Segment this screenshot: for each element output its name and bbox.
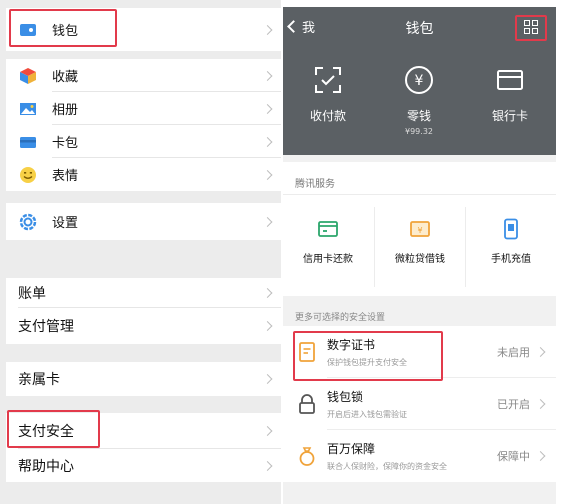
- menu-item-sticker[interactable]: 表情: [6, 158, 281, 191]
- svg-text:¥: ¥: [417, 226, 422, 235]
- service-label: 信用卡还款: [303, 254, 353, 265]
- menu-item-label: 表情: [52, 169, 79, 184]
- more-grid-button[interactable]: [515, 15, 547, 41]
- tile-label: 零钱: [406, 109, 431, 123]
- tile-bank-card[interactable]: 银行卡: [475, 65, 545, 124]
- security-item-title: 百万保障: [327, 442, 376, 456]
- card-pack-icon: [18, 132, 38, 152]
- menu-item-label: 卡包: [52, 136, 79, 151]
- menu-item-bills[interactable]: 账单: [6, 278, 281, 308]
- chevron-right-icon: [262, 460, 273, 471]
- security-item-subtitle: 联合人保财险，保障你的资金安全: [327, 462, 447, 471]
- chevron-right-icon: [535, 399, 546, 409]
- menu-item-label: 相册: [52, 103, 79, 118]
- menu-item-help-center[interactable]: 帮助中心: [6, 449, 281, 482]
- menu-item-favorites[interactable]: 收藏: [6, 59, 281, 92]
- service-credit-card-repay[interactable]: 信用卡还款: [283, 202, 373, 290]
- highlight-box-grid: [515, 15, 547, 41]
- service-loan[interactable]: ¥ 微粒贷借钱: [375, 202, 465, 290]
- service-label: 手机充值: [491, 254, 531, 265]
- service-phone-topup[interactable]: 手机充值: [466, 202, 556, 290]
- tile-label: 收付款: [309, 109, 346, 123]
- yuan-icon: ¥: [404, 65, 434, 95]
- highlight-box-wallet: [9, 9, 117, 47]
- sticker-icon: [18, 165, 38, 185]
- divider: [283, 194, 556, 195]
- chevron-right-icon: [262, 24, 273, 35]
- chevron-right-icon: [262, 321, 273, 331]
- lock-icon: [297, 393, 317, 415]
- menu-item-album[interactable]: 相册: [6, 92, 281, 125]
- chevron-right-icon: [262, 70, 273, 81]
- menu-item-settings[interactable]: 设置: [6, 203, 281, 240]
- wallet-header: 我 钱包 收付款 ¥ 零钱 ¥99.32 银行卡: [283, 7, 556, 155]
- chevron-right-icon: [262, 103, 273, 114]
- chevron-right-icon: [262, 136, 273, 147]
- menu-item-card-pack[interactable]: 卡包: [6, 125, 281, 158]
- album-icon: [18, 99, 38, 119]
- tile-receive-pay[interactable]: 收付款: [293, 65, 363, 124]
- chevron-right-icon: [535, 451, 546, 461]
- chevron-right-icon: [262, 374, 273, 384]
- status-label: 保障中: [497, 450, 530, 463]
- menu-item-label: 设置: [52, 216, 79, 231]
- me-menu-panel: 钱包 收藏 相册 卡包 表情 设置 账单 支付管理 亲属卡 支付安全 帮助中心: [0, 0, 281, 504]
- security-item-million-protection[interactable]: 百万保障 联合人保财险，保障你的资金安全 保障中: [283, 430, 556, 482]
- menu-item-label: 支付管理: [18, 319, 74, 335]
- svg-text:¥: ¥: [415, 73, 424, 89]
- bank-card-icon: [495, 65, 525, 95]
- chevron-right-icon: [262, 216, 273, 227]
- menu-item-label: 账单: [18, 286, 46, 302]
- chevron-right-icon: [535, 347, 546, 357]
- chevron-right-icon: [262, 426, 273, 436]
- security-item-title: 钱包锁: [327, 390, 364, 404]
- menu-item-payment-management[interactable]: 支付管理: [6, 308, 281, 344]
- change-balance: ¥99.32: [405, 127, 433, 136]
- highlight-box-payment-security: [7, 410, 100, 448]
- tile-label: 银行卡: [491, 109, 528, 123]
- credit-card-icon: [317, 218, 339, 240]
- menu-item-label: 亲属卡: [18, 372, 60, 388]
- settings-icon: [18, 212, 38, 232]
- status-label: 已开启: [497, 398, 530, 411]
- menu-item-label: 帮助中心: [18, 458, 74, 475]
- scan-qr-icon: [313, 65, 343, 95]
- highlight-box-digital-certificate: [293, 331, 443, 381]
- chevron-right-icon: [262, 169, 273, 180]
- loan-icon: ¥: [409, 218, 431, 240]
- tile-change[interactable]: ¥ 零钱 ¥99.32: [384, 65, 454, 136]
- security-item-subtitle: 开启后进入钱包需验证: [327, 410, 407, 419]
- section-title: 腾讯服务: [295, 179, 335, 190]
- phone-topup-icon: [500, 218, 522, 240]
- favorites-icon: [18, 66, 38, 86]
- service-label: 微粒贷借钱: [395, 254, 445, 265]
- menu-item-label: 收藏: [52, 70, 79, 85]
- wallet-screen: 我 钱包 收付款 ¥ 零钱 ¥99.32 银行卡 腾讯服务 信用卡还款 ¥ 微粒…: [283, 7, 556, 504]
- tencent-services-card: 腾讯服务 信用卡还款 ¥ 微粒贷借钱 手机充值: [283, 162, 556, 296]
- section-title: 更多可选择的安全设置: [295, 313, 386, 323]
- insurance-icon: [297, 445, 317, 467]
- status-label: 未启用: [497, 346, 530, 359]
- chevron-right-icon: [262, 288, 273, 298]
- security-item-wallet-lock[interactable]: 钱包锁 开启后进入钱包需验证 已开启: [283, 378, 556, 430]
- menu-item-family-card[interactable]: 亲属卡: [6, 362, 281, 396]
